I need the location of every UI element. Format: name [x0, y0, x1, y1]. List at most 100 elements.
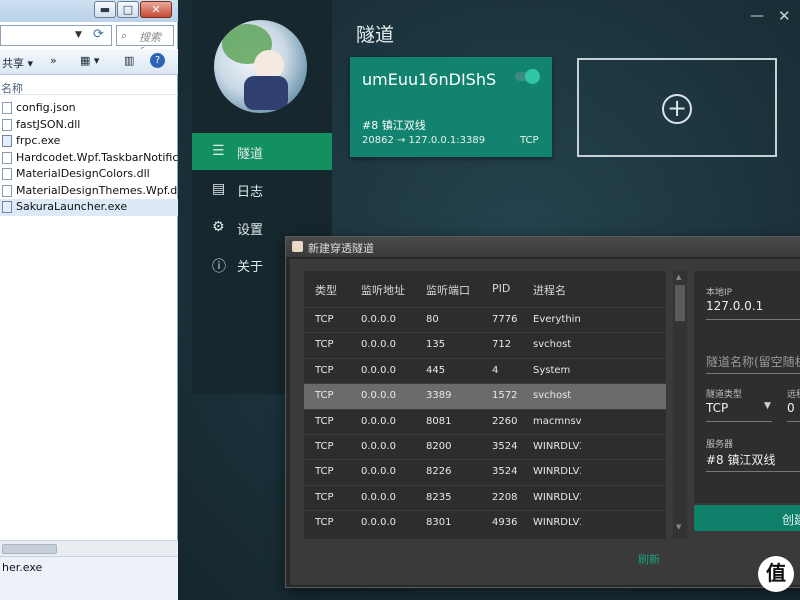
maximize-button[interactable]: □ — [117, 1, 139, 18]
file-item[interactable]: Hardcodet.Wpf.TaskbarNotification — [0, 150, 178, 167]
cell-port: 445 — [426, 364, 446, 376]
table-row[interactable]: TCP 0.0.0.0 8235 2208 WINRDLV3 — [304, 484, 666, 510]
cell-process: WINRDLV3 — [533, 441, 581, 452]
file-item[interactable]: fastJSON.dll — [0, 117, 178, 134]
file-item-selected[interactable]: SakuraLauncher.exe — [0, 199, 178, 216]
cell-process: WINRDLV3 — [533, 517, 581, 529]
file-name: SakuraLauncher.exe — [16, 200, 128, 213]
info-icon: ⓘ — [212, 259, 226, 275]
remote-port-input[interactable]: 0 — [787, 401, 795, 415]
horizontal-scrollbar[interactable] — [0, 540, 178, 556]
table-row[interactable]: TCP 0.0.0.0 135 712 svchost — [304, 332, 666, 357]
refresh-button[interactable]: 刷新 — [638, 551, 660, 567]
explorer-toolbar: 共享 ▾ » ▦ ▾ ▥ ? — [0, 49, 178, 75]
column-port[interactable]: 监听端口 — [426, 282, 486, 298]
close-button[interactable]: ✕ — [140, 1, 172, 18]
chevron-down-icon[interactable]: ▼ — [764, 401, 771, 411]
listening-ports-table: 类型 监听地址 监听端口 PID 进程名 TCP 0.0.0.0 80 7776… — [304, 271, 666, 539]
tunnel-enable-toggle[interactable] — [515, 69, 540, 84]
local-ip-input[interactable]: 127.0.0.1 — [706, 299, 763, 313]
cell-process: svchost — [533, 390, 572, 402]
tunnel-node: #8 镇江双线 — [362, 119, 426, 132]
file-item[interactable]: MaterialDesignColors.dll — [0, 166, 178, 183]
cell-address: 0.0.0.0 — [361, 415, 396, 427]
column-pid[interactable]: PID — [492, 282, 528, 295]
add-tunnel-card[interactable]: + — [577, 58, 777, 157]
cell-port: 135 — [426, 339, 446, 351]
search-box[interactable]: ⌕ 搜索 frp — [116, 25, 174, 58]
server-label: 服务器 — [706, 440, 734, 450]
file-item[interactable]: frpc.exe — [0, 133, 178, 150]
cell-type: TCP — [315, 364, 334, 376]
column-name[interactable]: 名称 — [1, 80, 23, 96]
input-underline — [706, 373, 800, 374]
table-row[interactable]: TCP 0.0.0.0 8301 4936 WINRDLV3 — [304, 510, 666, 535]
scroll-up-icon[interactable]: ▲ — [676, 273, 681, 281]
minimize-icon[interactable]: — — [750, 8, 764, 24]
preview-pane-icon[interactable]: ▥ — [124, 54, 134, 67]
sidebar-item-logs[interactable]: ▤ 日志 — [192, 171, 332, 208]
dialog-titlebar: 新建穿透隧道 — [286, 237, 800, 257]
cell-type: TCP — [315, 441, 334, 452]
tunnel-type-select[interactable]: TCP — [706, 401, 728, 415]
explorer-titlebar: ▬ □ ✕ — [0, 0, 178, 22]
file-item[interactable]: MaterialDesignThemes.Wpf.dll — [0, 183, 178, 200]
table-row[interactable]: TCP 0.0.0.0 445 4 System — [304, 357, 666, 383]
table-scrollbar[interactable]: ▲ ▼ — [673, 271, 687, 539]
column-type[interactable]: 类型 — [315, 282, 355, 298]
address-bar[interactable]: ▼ ⟳ — [0, 25, 112, 46]
scroll-down-icon[interactable]: ▼ — [676, 523, 681, 531]
cell-port: 8235 — [426, 491, 452, 503]
selected-file-name: her.exe — [2, 561, 43, 574]
column-process[interactable]: 进程名 — [533, 282, 581, 298]
file-item[interactable]: config.json — [0, 100, 178, 117]
dll-file-icon — [2, 151, 12, 164]
scrollbar-thumb[interactable] — [675, 285, 685, 321]
input-underline — [787, 421, 800, 422]
scrollbar-thumb[interactable] — [2, 544, 57, 554]
table-row[interactable]: TCP 0.0.0.0 8200 3524 WINRDLV3 — [304, 434, 666, 459]
file-list: config.json fastJSON.dll frpc.exe Hardco… — [0, 100, 178, 216]
refresh-icon[interactable]: ⟳ — [93, 27, 104, 42]
chevron-down-icon[interactable]: ▼ — [75, 30, 82, 40]
cell-pid: 7776 — [492, 314, 518, 325]
sidebar-item-tunnels[interactable]: ☰ 隧道 — [192, 133, 332, 170]
search-icon: ⌕ — [121, 29, 128, 42]
json-file-icon — [2, 102, 12, 114]
table-row-selected[interactable]: TCP 0.0.0.0 3389 1572 svchost — [304, 383, 666, 409]
log-icon: ▤ — [212, 181, 226, 197]
cell-type: TCP — [315, 517, 334, 529]
sidebar-item-label: 设置 — [237, 223, 264, 238]
share-menu[interactable]: 共享 ▾ — [2, 55, 33, 71]
tunnel-card[interactable]: umEuu16nDIShS #8 镇江双线 20862 → 127.0.0.1:… — [350, 57, 552, 157]
file-name: frpc.exe — [16, 134, 61, 147]
table-row[interactable]: TCP 0.0.0.0 8081 2260 macmnsvc — [304, 408, 666, 434]
close-icon[interactable]: ✕ — [778, 7, 791, 25]
view-options-icon[interactable]: ▦ ▾ — [80, 54, 99, 67]
server-icon: ☰ — [212, 143, 225, 159]
cell-type: TCP — [315, 314, 334, 325]
cell-address: 0.0.0.0 — [361, 314, 396, 325]
avatar-clothing — [244, 76, 288, 110]
app-icon — [292, 241, 303, 252]
details-pane: her.exe — [0, 556, 178, 600]
file-name: MaterialDesignColors.dll — [16, 167, 150, 180]
dialog-body: 类型 监听地址 监听端口 PID 进程名 TCP 0.0.0.0 80 7776… — [290, 259, 800, 585]
server-select[interactable]: #8 镇江双线 — [706, 451, 776, 468]
cell-port: 80 — [426, 314, 439, 325]
help-icon[interactable]: ? — [150, 53, 165, 68]
cell-port: 8081 — [426, 415, 452, 427]
tunnel-name-input[interactable]: 隧道名称(留空随机 — [706, 353, 800, 370]
table-row[interactable]: TCP 0.0.0.0 8226 3524 WINRDLV3 — [304, 459, 666, 484]
new-tunnel-dialog: 新建穿透隧道 类型 监听地址 监听端口 PID 进程名 TCP 0.0.0.0 … — [285, 236, 800, 588]
minimize-button[interactable]: ▬ — [94, 1, 116, 18]
create-button[interactable]: 创建 — [694, 505, 800, 531]
more-menu[interactable]: » — [50, 54, 57, 67]
table-row[interactable]: TCP 0.0.0.0 80 7776 Everything — [304, 307, 666, 332]
add-circle-icon[interactable]: + — [662, 94, 692, 124]
column-address[interactable]: 监听地址 — [361, 282, 421, 298]
gear-icon: ⚙ — [212, 219, 225, 235]
tunnel-port-mapping: 20862 → 127.0.0.1:3389 — [362, 135, 486, 146]
cell-type: TCP — [315, 415, 334, 427]
file-name: MaterialDesignThemes.Wpf.dll — [16, 183, 178, 197]
